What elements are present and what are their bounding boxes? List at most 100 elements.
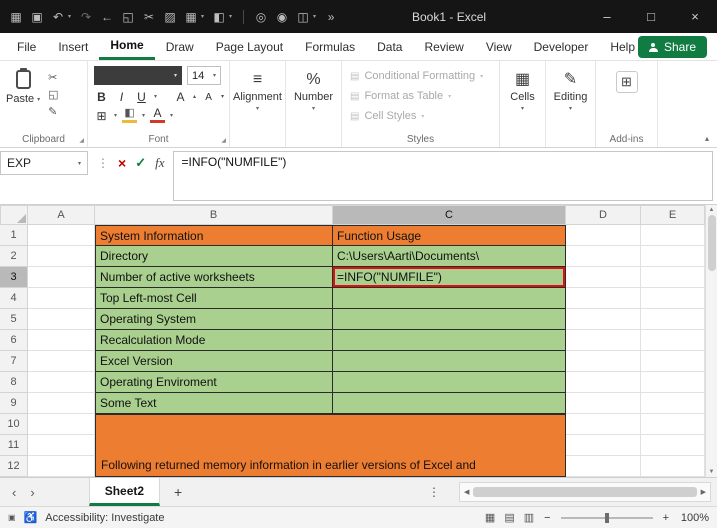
- app-icon[interactable]: ▦: [10, 10, 22, 24]
- new-sheet-button[interactable]: +: [160, 478, 196, 506]
- back-icon[interactable]: ←: [101, 10, 113, 24]
- cell-E6[interactable]: [641, 330, 705, 351]
- format-as-table-button[interactable]: ▤ Format as Table ▾: [350, 87, 495, 105]
- normal-view-icon[interactable]: ▦: [485, 511, 495, 524]
- cell-A7[interactable]: [28, 351, 95, 372]
- column-header-C[interactable]: C: [333, 205, 566, 225]
- save-icon[interactable]: ▣: [31, 10, 43, 24]
- decrease-font-button[interactable]: A: [201, 88, 216, 104]
- font-name-combo[interactable]: ▾: [94, 66, 182, 85]
- row-header-7[interactable]: 7: [0, 351, 28, 372]
- horizontal-scrollbar[interactable]: ◀ ▶: [459, 482, 711, 502]
- cell-B3[interactable]: Number of active worksheets: [95, 267, 333, 288]
- table-dropdown-icon[interactable]: ▾: [201, 13, 204, 20]
- fill-dropdown-icon[interactable]: ▾: [229, 13, 232, 20]
- cell-D1[interactable]: [566, 225, 641, 246]
- cell-D12[interactable]: [566, 456, 641, 477]
- link-icon[interactable]: ◎: [255, 10, 267, 24]
- tab-insert[interactable]: Insert: [47, 33, 99, 60]
- underline-dropdown-icon[interactable]: ▾: [154, 93, 157, 100]
- italic-button[interactable]: I: [114, 88, 129, 104]
- prev-sheet-icon[interactable]: ‹: [12, 485, 16, 500]
- undo-dropdown-icon[interactable]: ▾: [68, 13, 71, 20]
- fill-color-icon[interactable]: ◧: [213, 10, 225, 24]
- row-header-2[interactable]: 2: [0, 246, 28, 267]
- row-header-8[interactable]: 8: [0, 372, 28, 393]
- select-all-corner[interactable]: [0, 205, 28, 225]
- cell-B5[interactable]: Operating System: [95, 309, 333, 330]
- tab-developer[interactable]: Developer: [523, 33, 600, 60]
- cell-D7[interactable]: [566, 351, 641, 372]
- enter-button[interactable]: ✓: [135, 155, 146, 171]
- font-dialog-launcher-icon[interactable]: ◢: [221, 137, 226, 144]
- zoom-slider[interactable]: [561, 517, 653, 519]
- maximize-button[interactable]: □: [629, 0, 673, 33]
- borders-dropdown-icon[interactable]: ▾: [114, 112, 117, 119]
- vertical-scrollbar[interactable]: ▲ ▼: [705, 205, 717, 477]
- page-break-view-icon[interactable]: ▥: [524, 511, 534, 524]
- cell-C1[interactable]: Function Usage: [333, 225, 566, 246]
- cell-E12[interactable]: [641, 456, 705, 477]
- conditional-formatting-button[interactable]: ▤ Conditional Formatting ▾: [350, 67, 495, 85]
- increase-font-button[interactable]: A: [173, 88, 188, 104]
- cell-A2[interactable]: [28, 246, 95, 267]
- row-header-9[interactable]: 9: [0, 393, 28, 414]
- row-header-10[interactable]: 10: [0, 414, 28, 435]
- cell-D3[interactable]: [566, 267, 641, 288]
- cell-E4[interactable]: [641, 288, 705, 309]
- cell-E8[interactable]: [641, 372, 705, 393]
- font-name-dropdown-icon[interactable]: ▾: [174, 72, 177, 79]
- cell-D8[interactable]: [566, 372, 641, 393]
- cell-A11[interactable]: [28, 435, 95, 456]
- row-header-11[interactable]: 11: [0, 435, 28, 456]
- number-group[interactable]: % Number ▾: [286, 61, 342, 147]
- addins-group[interactable]: ⊞ Add-ins: [596, 61, 658, 147]
- toolbar-overflow-icon[interactable]: »: [325, 10, 337, 24]
- editing-group[interactable]: ✎ Editing ▾: [546, 61, 596, 147]
- cell-A9[interactable]: [28, 393, 95, 414]
- name-box-dropdown-icon[interactable]: ▾: [78, 160, 81, 167]
- insert-function-button[interactable]: fx: [155, 155, 164, 171]
- cell-E11[interactable]: [641, 435, 705, 456]
- cut-icon[interactable]: ✂: [48, 71, 58, 84]
- tab-file[interactable]: File: [6, 33, 47, 60]
- underline-button[interactable]: U: [134, 88, 149, 104]
- scroll-up-icon[interactable]: ▲: [709, 207, 715, 213]
- copy-icon[interactable]: ◱: [122, 10, 134, 24]
- scroll-left-icon[interactable]: ◀: [464, 488, 469, 496]
- merged-orange-cell[interactable]: Following returned memory information in…: [95, 414, 566, 477]
- zoom-in-button[interactable]: +: [663, 512, 669, 524]
- tab-page-layout[interactable]: Page Layout: [205, 33, 294, 60]
- cell-D10[interactable]: [566, 414, 641, 435]
- cell-D9[interactable]: [566, 393, 641, 414]
- cell-B1[interactable]: System Information: [95, 225, 333, 246]
- cell-B8[interactable]: Operating Enviroment: [95, 372, 333, 393]
- macro-record-icon[interactable]: ▣: [8, 513, 16, 522]
- tab-scroll-divider-icon[interactable]: ⋮: [428, 478, 440, 506]
- cancel-button[interactable]: ×: [118, 155, 126, 171]
- cell-A3[interactable]: [28, 267, 95, 288]
- cell-C8[interactable]: [333, 372, 566, 393]
- column-header-D[interactable]: D: [566, 205, 641, 225]
- cells-group[interactable]: ▦ Cells ▾: [500, 61, 546, 147]
- cell-B7[interactable]: Excel Version: [95, 351, 333, 372]
- cell-A10[interactable]: [28, 414, 95, 435]
- cell-A8[interactable]: [28, 372, 95, 393]
- row-header-3[interactable]: 3: [0, 267, 28, 288]
- paste-dropdown-icon[interactable]: ▾: [37, 96, 40, 103]
- cell-C9[interactable]: [333, 393, 566, 414]
- cell-C5[interactable]: [333, 309, 566, 330]
- cell-C2[interactable]: C:\Users\Aarti\Documents\: [333, 246, 566, 267]
- font-color-dropdown-icon[interactable]: ▾: [170, 112, 173, 119]
- close-button[interactable]: ×: [673, 0, 717, 33]
- row-header-4[interactable]: 4: [0, 288, 28, 309]
- cell-D6[interactable]: [566, 330, 641, 351]
- cell-A4[interactable]: [28, 288, 95, 309]
- cell-B6[interactable]: Recalculation Mode: [95, 330, 333, 351]
- cell-A12[interactable]: [28, 456, 95, 477]
- cell-D5[interactable]: [566, 309, 641, 330]
- table-icon[interactable]: ▦: [185, 10, 197, 24]
- font-color-button[interactable]: A: [150, 107, 165, 123]
- cell-B9[interactable]: Some Text: [95, 393, 333, 414]
- format-painter-icon[interactable]: ✎: [48, 105, 58, 118]
